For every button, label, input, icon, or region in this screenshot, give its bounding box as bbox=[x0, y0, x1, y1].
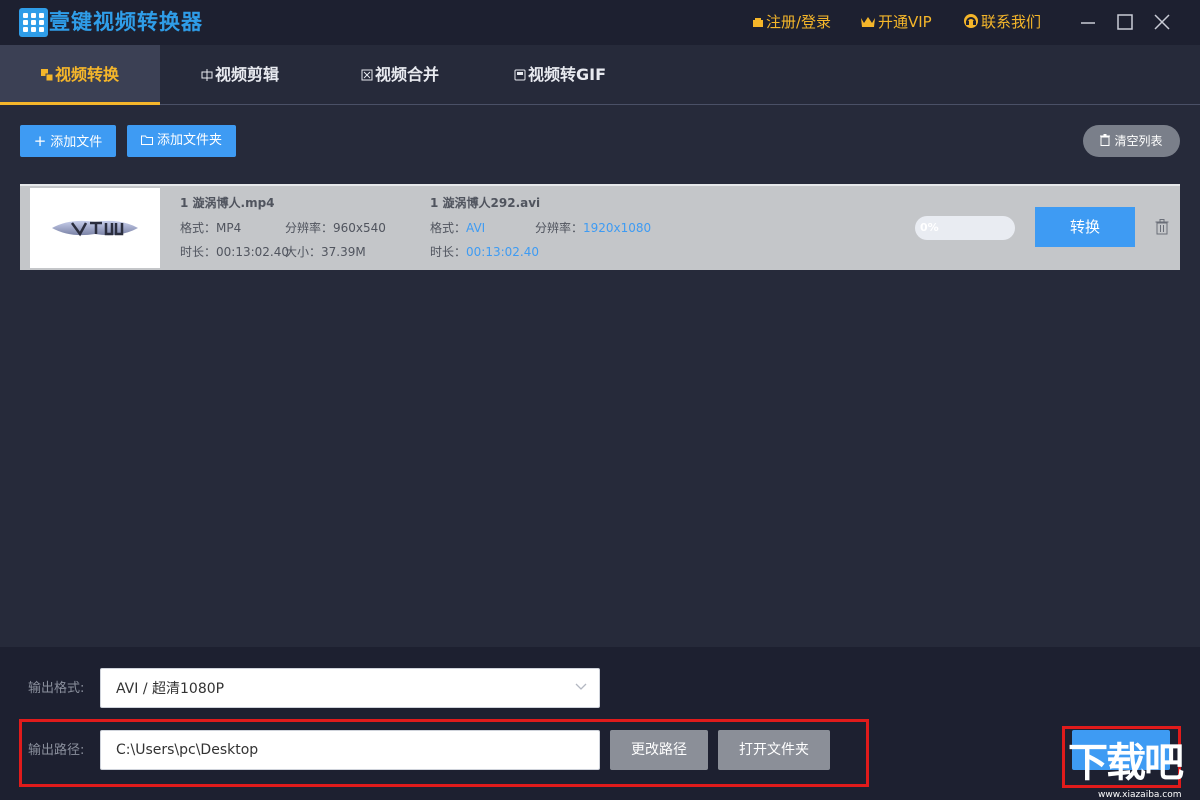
highlight-frame-output-path bbox=[19, 719, 869, 787]
add-folder-button[interactable]: 添加文件夹 bbox=[127, 125, 236, 157]
add-folder-label: 添加文件夹 bbox=[156, 133, 222, 148]
crown-icon bbox=[860, 14, 876, 34]
video-logo-image bbox=[52, 220, 138, 237]
target-file-name: 1 漩涡博人292.avi bbox=[430, 196, 541, 210]
tab-bar: 视频转换 视频剪辑 视频合并 视频转GIF bbox=[0, 45, 1200, 105]
convert-icon bbox=[40, 46, 54, 82]
close-icon bbox=[1154, 14, 1170, 30]
maximize-button[interactable] bbox=[1115, 12, 1135, 32]
watermark-url: www.xiazaiba.com bbox=[1098, 790, 1182, 800]
user-card-icon bbox=[752, 14, 764, 34]
watermark-logo: 下载吧 bbox=[1068, 740, 1184, 786]
plus-icon: + bbox=[33, 132, 47, 150]
app-logo-icon bbox=[19, 8, 48, 37]
output-format-label: 输出格式: bbox=[28, 681, 85, 696]
source-duration: 时长：00:13:02.40 bbox=[180, 245, 289, 259]
convert-button[interactable]: 转换 bbox=[1035, 207, 1135, 247]
app-title: 壹键视频转换器 bbox=[49, 10, 203, 34]
clear-list-label: 清空列表 bbox=[1114, 134, 1163, 148]
tab-video-to-gif[interactable]: 视频转GIF bbox=[480, 45, 640, 105]
scissors-icon bbox=[201, 46, 213, 81]
maximize-icon bbox=[1117, 14, 1133, 30]
output-format-value: AVI / 超清1080P bbox=[116, 681, 225, 697]
tab-label: 视频转GIF bbox=[527, 65, 607, 84]
register-login-label: 注册/登录 bbox=[766, 13, 832, 31]
tab-label: 视频剪辑 bbox=[214, 65, 279, 84]
source-resolution: 分辨率：960x540 bbox=[285, 221, 386, 235]
merge-icon bbox=[361, 46, 373, 81]
add-file-button[interactable]: + 添加文件 bbox=[20, 125, 116, 157]
trash-icon bbox=[1155, 219, 1169, 235]
close-button[interactable] bbox=[1152, 12, 1172, 32]
trash-icon bbox=[1100, 126, 1111, 158]
delete-item-button[interactable] bbox=[1155, 219, 1169, 235]
source-size: 大小：37.39M bbox=[285, 245, 366, 259]
register-login-link[interactable]: 注册/登录 bbox=[752, 12, 831, 34]
source-format: 格式：MP4 bbox=[180, 221, 242, 235]
tab-label: 视频转换 bbox=[54, 65, 119, 84]
source-file-name: 1 漩涡博人.mp4 bbox=[180, 196, 275, 210]
conversion-progress-bar: 0% bbox=[915, 216, 1015, 240]
target-resolution[interactable]: 分辨率：1920x1080 bbox=[535, 220, 651, 236]
tab-label: 视频合并 bbox=[374, 65, 439, 84]
chevron-down-icon bbox=[575, 683, 587, 690]
target-format[interactable]: 格式：AVI bbox=[430, 220, 485, 236]
clear-list-button[interactable]: 清空列表 bbox=[1083, 125, 1180, 157]
gif-icon bbox=[514, 46, 526, 81]
add-file-label: 添加文件 bbox=[50, 135, 103, 150]
vip-label: 开通VIP bbox=[878, 13, 932, 31]
tab-video-merge[interactable]: 视频合并 bbox=[320, 45, 480, 105]
file-list-item[interactable]: 1 漩涡博人.mp4 格式：MP4 分辨率：960x540 时长：00:13:0… bbox=[20, 184, 1180, 270]
folder-icon bbox=[140, 126, 153, 158]
vip-link[interactable]: 开通VIP bbox=[860, 12, 932, 34]
output-format-select[interactable]: AVI / 超清1080P bbox=[100, 668, 600, 708]
minimize-button[interactable] bbox=[1078, 12, 1098, 32]
contact-label: 联系我们 bbox=[981, 13, 1042, 31]
progress-percent: 0% bbox=[920, 221, 939, 234]
minimize-icon bbox=[1081, 22, 1095, 24]
contact-link[interactable]: 联系我们 bbox=[963, 12, 1041, 34]
title-bar: 壹键视频转换器 注册/登录 开通VIP 联系我们 bbox=[0, 0, 1200, 45]
target-duration: 时长：00:13:02.40 bbox=[430, 245, 539, 259]
tab-video-convert[interactable]: 视频转换 bbox=[0, 45, 160, 105]
headset-icon bbox=[963, 13, 979, 34]
tab-video-edit[interactable]: 视频剪辑 bbox=[160, 45, 320, 105]
video-thumbnail bbox=[30, 188, 160, 268]
